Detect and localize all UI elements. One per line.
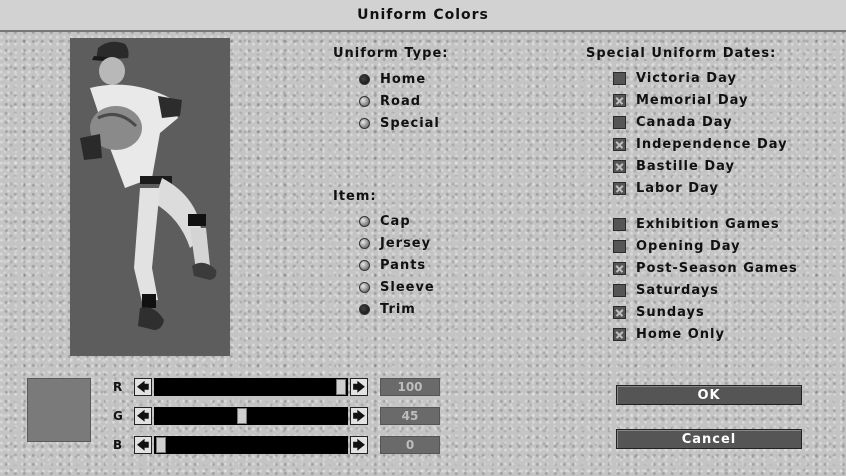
slider-r-decrease-button[interactable]: 🡄 <box>134 378 152 396</box>
slider-g-decrease-button[interactable]: 🡄 <box>134 407 152 425</box>
checkbox-victoria-day[interactable]: Victoria Day <box>613 69 737 87</box>
checkbox-home-only[interactable]: Home Only <box>613 325 725 343</box>
radio-label: Cap <box>380 213 411 229</box>
radio-off-icon <box>359 95 370 107</box>
color-swatch <box>27 378 91 442</box>
right-arrow-icon: 🡆 <box>352 380 366 394</box>
checkbox-checked-icon <box>613 159 626 173</box>
checkbox-checked-icon <box>613 261 626 275</box>
radio-label: Home <box>380 71 427 87</box>
cancel-button[interactable]: Cancel <box>616 429 802 449</box>
item-heading: Item: <box>333 189 377 204</box>
checkbox-independence-day[interactable]: Independence Day <box>613 135 788 153</box>
radio-label: Special <box>380 115 440 131</box>
slider-r-value: 100 <box>380 378 440 396</box>
checkbox-unchecked-icon <box>613 217 626 231</box>
slider-r-increase-button[interactable]: 🡆 <box>350 378 368 396</box>
radio-trim[interactable]: Trim <box>359 300 416 318</box>
slider-b-value: 0 <box>380 436 440 454</box>
slider-g-track[interactable] <box>154 407 348 425</box>
radio-cap[interactable]: Cap <box>359 212 411 230</box>
checkbox-checked-icon <box>613 305 626 319</box>
checkbox-label: Victoria Day <box>636 70 737 86</box>
ok-button[interactable]: OK <box>616 385 802 405</box>
right-arrow-icon: 🡆 <box>352 438 366 452</box>
right-arrow-icon: 🡆 <box>352 409 366 423</box>
slider-r-track[interactable] <box>154 378 348 396</box>
radio-sleeve[interactable]: Sleeve <box>359 278 435 296</box>
uniform-type-heading: Uniform Type: <box>333 46 449 61</box>
checkbox-label: Saturdays <box>636 282 719 298</box>
checkbox-label: Canada Day <box>636 114 733 130</box>
radio-label: Pants <box>380 257 427 273</box>
slider-r-thumb[interactable] <box>336 379 346 395</box>
window-title: Uniform Colors <box>0 0 846 32</box>
checkbox-saturdays[interactable]: Saturdays <box>613 281 719 299</box>
radio-on-icon <box>359 303 370 315</box>
left-arrow-icon: 🡄 <box>136 438 150 452</box>
checkbox-label: Exhibition Games <box>636 216 780 232</box>
checkbox-checked-icon <box>613 327 626 341</box>
radio-off-icon <box>359 259 370 271</box>
checkbox-unchecked-icon <box>613 71 626 85</box>
radio-label: Trim <box>380 301 416 317</box>
slider-g-increase-button[interactable]: 🡆 <box>350 407 368 425</box>
slider-g-value: 45 <box>380 407 440 425</box>
checkbox-exhibition-games[interactable]: Exhibition Games <box>613 215 780 233</box>
radio-off-icon <box>359 215 370 227</box>
radio-road[interactable]: Road <box>359 92 421 110</box>
slider-label-g: G <box>113 409 123 423</box>
special-dates-heading: Special Uniform Dates: <box>586 46 777 61</box>
checkbox-unchecked-icon <box>613 239 626 253</box>
checkbox-checked-icon <box>613 93 626 107</box>
radio-home[interactable]: Home <box>359 70 426 88</box>
checkbox-checked-icon <box>613 137 626 151</box>
checkbox-label: Opening Day <box>636 238 741 254</box>
checkbox-checked-icon <box>613 181 626 195</box>
slider-g-thumb[interactable] <box>237 408 247 424</box>
checkbox-labor-day[interactable]: Labor Day <box>613 179 719 197</box>
slider-label-b: B <box>113 438 123 452</box>
checkbox-unchecked-icon <box>613 283 626 297</box>
checkbox-memorial-day[interactable]: Memorial Day <box>613 91 749 109</box>
checkbox-label: Memorial Day <box>636 92 749 108</box>
player-preview-image <box>70 38 230 356</box>
radio-off-icon <box>359 237 370 249</box>
radio-label: Jersey <box>380 235 432 251</box>
checkbox-bastille-day[interactable]: Bastille Day <box>613 157 735 175</box>
radio-label: Sleeve <box>380 279 435 295</box>
checkbox-label: Labor Day <box>636 180 719 196</box>
checkbox-opening-day[interactable]: Opening Day <box>613 237 741 255</box>
checkbox-label: Post-Season Games <box>636 260 798 276</box>
radio-off-icon <box>359 117 370 129</box>
pitcher-figure-illustration <box>80 41 217 330</box>
checkbox-label: Bastille Day <box>636 158 735 174</box>
left-arrow-icon: 🡄 <box>136 409 150 423</box>
radio-label: Road <box>380 93 422 109</box>
slider-b-track[interactable] <box>154 436 348 454</box>
left-arrow-icon: 🡄 <box>136 380 150 394</box>
slider-label-r: R <box>113 380 123 394</box>
slider-b-thumb[interactable] <box>156 437 166 453</box>
slider-b-decrease-button[interactable]: 🡄 <box>134 436 152 454</box>
checkbox-label: Sundays <box>636 304 705 320</box>
checkbox-unchecked-icon <box>613 115 626 129</box>
radio-on-icon <box>359 73 370 85</box>
radio-pants[interactable]: Pants <box>359 256 426 274</box>
checkbox-label: Home Only <box>636 326 725 342</box>
checkbox-label: Independence Day <box>636 136 788 152</box>
radio-jersey[interactable]: Jersey <box>359 234 431 252</box>
slider-b-increase-button[interactable]: 🡆 <box>350 436 368 454</box>
radio-special[interactable]: Special <box>359 114 440 132</box>
checkbox-sundays[interactable]: Sundays <box>613 303 705 321</box>
checkbox-post-season-games[interactable]: Post-Season Games <box>613 259 798 277</box>
checkbox-canada-day[interactable]: Canada Day <box>613 113 733 131</box>
radio-off-icon <box>359 281 370 293</box>
